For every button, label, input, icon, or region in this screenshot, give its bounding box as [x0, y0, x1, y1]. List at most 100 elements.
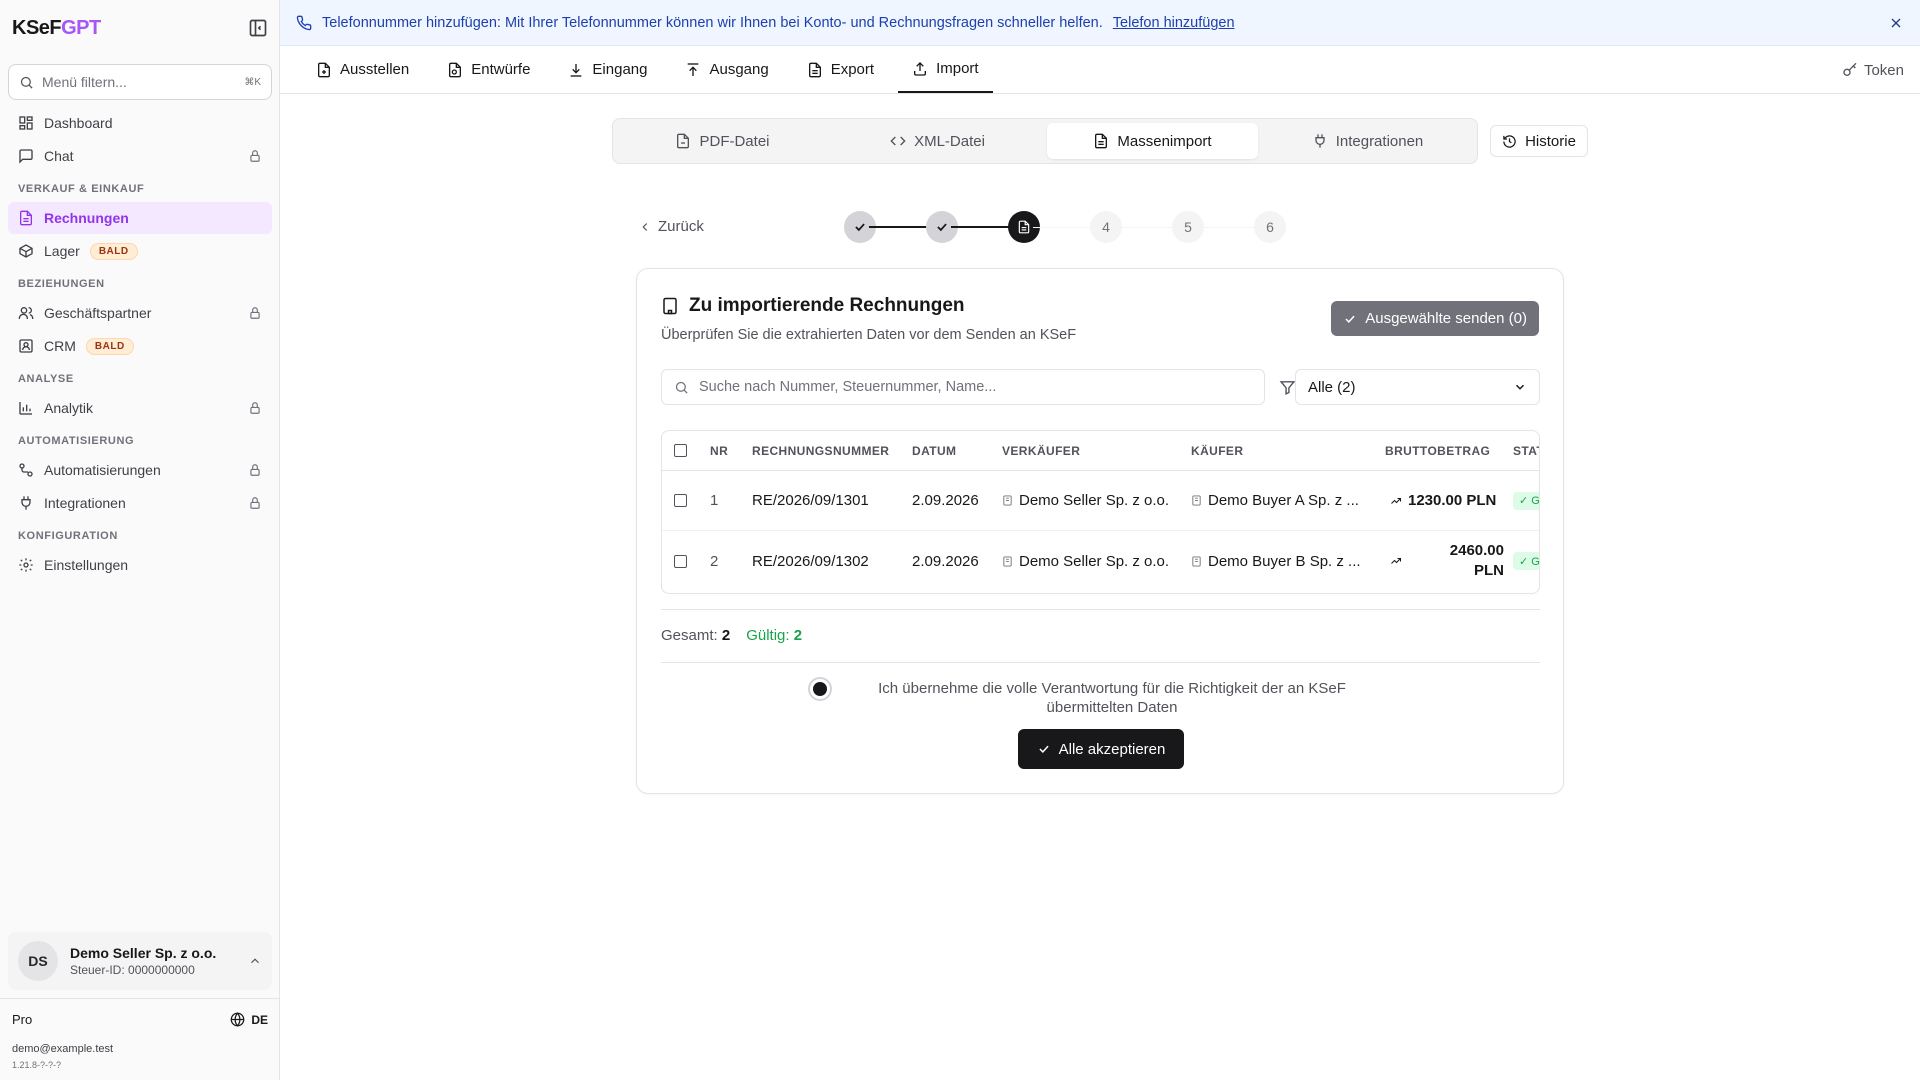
invoice-table: NR RECHNUNGSNUMMER DATUM VERKÄUFER KÄUFE… — [661, 430, 1540, 594]
sidebar-item-rechnungen[interactable]: Rechnungen — [8, 202, 272, 234]
plan-row: Pro DE — [12, 1012, 268, 1027]
trending-up-icon — [1391, 497, 1401, 504]
history-icon — [1503, 134, 1516, 148]
back-button[interactable]: Zurück — [638, 218, 704, 235]
send-selected-button[interactable]: Ausgewählte senden (0) — [1331, 301, 1539, 336]
responsibility-text: Ich übernehme die volle Verantwortung fü… — [878, 680, 1346, 716]
buyer-cell: Demo Buyer B Sp. z ... — [1191, 553, 1361, 570]
column-header[interactable]: DATUM — [912, 444, 956, 458]
sidebar-item-label: Geschäftspartner — [44, 305, 152, 321]
shortcut-hint: ⌘K — [244, 76, 261, 88]
menu-filter[interactable]: ⌘K — [8, 64, 272, 100]
tab-ausstellen[interactable]: Ausstellen — [302, 46, 423, 93]
row-checkbox[interactable] — [674, 554, 687, 568]
phone-icon — [296, 15, 312, 30]
sidebar-toggle-icon[interactable] — [248, 18, 268, 38]
seller-name: Demo Seller Sp. z o.o. — [1019, 552, 1170, 570]
logo-row: KSeFGPT — [12, 14, 268, 42]
token-button[interactable]: Token — [1842, 46, 1904, 94]
select-all-checkbox[interactable] — [674, 444, 687, 457]
invoice-search[interactable] — [661, 369, 1265, 405]
sidebar-item-label: Analytik — [44, 400, 94, 416]
pdf-file-icon — [677, 133, 690, 149]
subtab-integrationen[interactable]: Integrationen — [1262, 123, 1473, 159]
column-header[interactable]: KÄUFER — [1191, 444, 1243, 458]
sidebar-item-automatisierungen[interactable]: Automatisierungen — [8, 454, 272, 486]
account-name: Demo Seller Sp. z o.o. — [70, 945, 217, 961]
avatar: DS — [18, 941, 58, 981]
responsibility-radio[interactable] — [808, 677, 832, 701]
sidebar-item-chat[interactable]: Chat — [8, 140, 272, 172]
gross-amount: 1230.00 PLN — [1408, 492, 1497, 509]
status-filter-select[interactable]: Alle (2) — [1295, 369, 1540, 405]
close-icon[interactable] — [1888, 15, 1904, 31]
sidebar-item-label: Chat — [44, 148, 74, 164]
sidebar-item-crm[interactable]: CRM BALD — [8, 330, 272, 362]
chevron-down-icon — [1515, 384, 1525, 390]
buyer-name: Demo Buyer A Sp. z ... — [1208, 492, 1359, 509]
lock-icon — [250, 307, 260, 319]
column-header[interactable]: NR — [710, 444, 728, 458]
column-header[interactable]: VERKÄUFER — [1002, 444, 1080, 458]
subtab-label: Massenimport — [1117, 132, 1212, 150]
bar-chart-icon — [19, 402, 32, 415]
column-header[interactable]: RECHNUNGSNUMMER — [752, 444, 889, 458]
logo-accent-text: GPT — [61, 16, 101, 39]
subtab-massenimport[interactable]: Massenimport — [1047, 123, 1258, 159]
table-row[interactable]: 2 RE/2026/09/1302 2.09.2026 Demo Seller … — [662, 531, 1539, 591]
tab-label: Ausgang — [709, 61, 769, 78]
subtab-label: PDF-Datei — [699, 132, 770, 150]
invoice-date: 2.09.2026 — [912, 492, 979, 509]
sidebar-item-label: Integrationen — [44, 495, 126, 511]
tab-eingang[interactable]: Eingang — [554, 46, 661, 93]
sidebar-item-label: Rechnungen — [44, 210, 129, 226]
search-input[interactable] — [699, 379, 1252, 395]
sidebar-item-analytik[interactable]: Analytik — [8, 392, 272, 424]
row-select-cell — [674, 494, 687, 507]
accept-all-button[interactable]: Alle akzeptieren — [1018, 729, 1184, 769]
column-header[interactable]: STAT — [1513, 444, 1539, 458]
tab-label: Ausstellen — [340, 61, 410, 78]
menu-filter-input[interactable] — [42, 74, 237, 90]
users-icon — [18, 307, 34, 319]
app-version: 1.21.8-?-?-? — [12, 1060, 62, 1070]
subtab-pdf[interactable]: PDF-Datei — [617, 123, 828, 159]
nav-section-title: VERKAUF & EINKAUF — [18, 183, 145, 195]
subtab-xml[interactable]: XML-Datei — [832, 123, 1043, 159]
sidebar-item-einstellungen[interactable]: Einstellungen — [8, 549, 272, 581]
back-label: Zurück — [658, 218, 704, 235]
sidebar-item-geschaeftspartner[interactable]: Geschäftspartner — [8, 297, 272, 329]
account-switcher[interactable]: DS Demo Seller Sp. z o.o. Steuer-ID: 000… — [8, 932, 272, 990]
column-header[interactable]: BRUTTOBETRAG — [1385, 444, 1490, 458]
add-phone-link[interactable]: Telefon hinzufügen — [1113, 15, 1235, 31]
amount-cell: 2460.00 PLN — [1390, 541, 1504, 581]
sidebar-item-dashboard[interactable]: Dashboard — [8, 107, 272, 139]
tab-ausgang[interactable]: Ausgang — [671, 46, 782, 93]
account-text: Demo Seller Sp. z o.o. Steuer-ID: 000000… — [70, 945, 236, 977]
upload-icon — [914, 61, 927, 76]
language-switcher[interactable]: DE — [230, 1012, 268, 1027]
globe-icon — [230, 1012, 245, 1027]
valid-count: Gültig: 2 — [746, 627, 802, 644]
check-icon — [1039, 745, 1049, 753]
package-icon — [19, 244, 33, 258]
accept-all-label: Alle akzeptieren — [1058, 740, 1166, 758]
sidebar-item-integrationen[interactable]: Integrationen — [8, 487, 272, 519]
app-logo[interactable]: KSeFGPT — [12, 17, 101, 40]
step-connector — [1115, 226, 1179, 228]
building-icon — [1192, 495, 1201, 506]
invoice-date: 2.09.2026 — [912, 552, 979, 570]
chevron-up-icon — [251, 958, 259, 964]
tab-label: Eingang — [592, 61, 648, 78]
step-6[interactable]: 6 — [1254, 211, 1286, 243]
tab-export[interactable]: Export — [793, 46, 888, 93]
table-row[interactable]: 1 RE/2026/09/1301 2.09.2026 Demo Seller … — [662, 471, 1539, 531]
step-connector — [1197, 226, 1261, 228]
tab-import[interactable]: Import — [898, 46, 993, 93]
building-icon — [663, 297, 677, 315]
gross-amount-value: 2460.00 — [1449, 542, 1504, 559]
row-checkbox[interactable] — [674, 494, 687, 507]
tab-entwuerfe[interactable]: Entwürfe — [433, 46, 544, 93]
history-button[interactable]: Historie — [1490, 125, 1588, 157]
sidebar-item-lager[interactable]: Lager BALD — [8, 235, 272, 267]
